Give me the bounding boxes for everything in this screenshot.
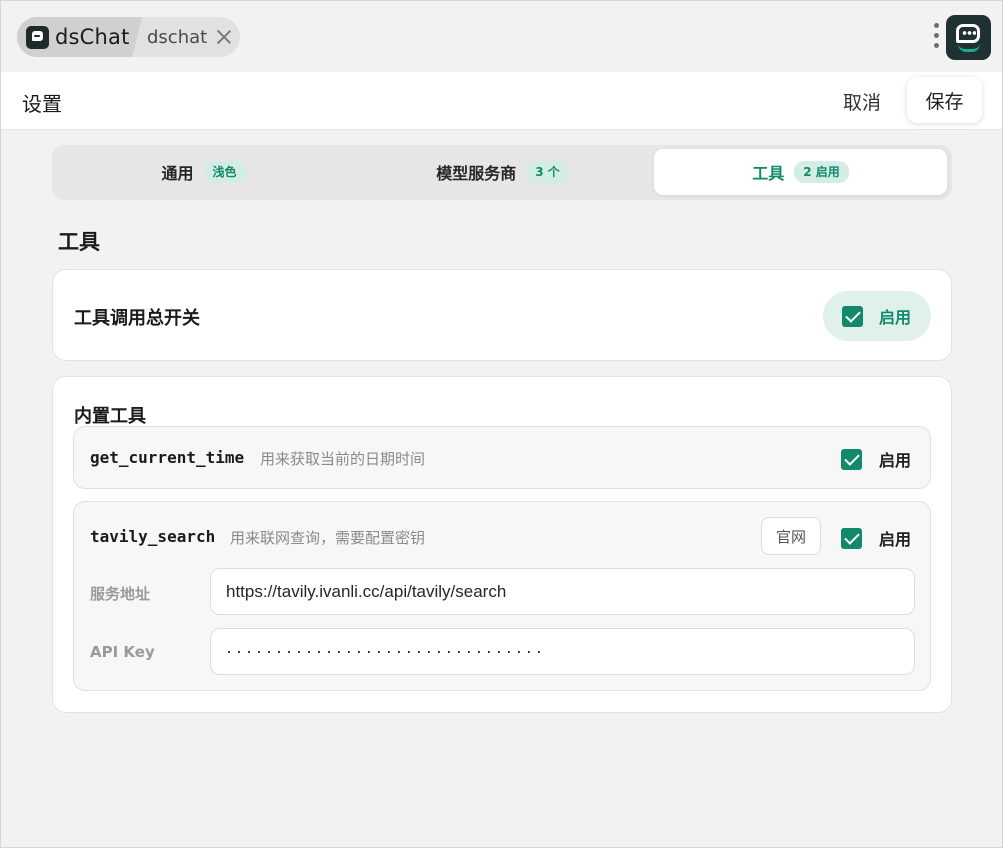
tool-name: get_current_time (90, 448, 245, 467)
service-url-label: 服务地址 (90, 585, 151, 603)
tool-enable-label: 启用 (879, 530, 912, 549)
tool-enable-toggle[interactable]: 启用 (841, 526, 911, 550)
api-key-input[interactable] (210, 628, 915, 675)
master-switch-checkbox[interactable] (842, 305, 863, 327)
tab-general[interactable]: 通用 浅色 (56, 149, 351, 195)
tool-enable-toggle[interactable]: 启用 (841, 447, 911, 471)
page-name: dschat (147, 26, 208, 48)
builtin-tools-title: 内置工具 (74, 406, 146, 427)
master-switch-state: 启用 (879, 308, 912, 327)
settings-tabs: 通用 浅色 模型服务商 3 个 工具 2 启用 (52, 145, 952, 200)
tab-badge: 2 启用 (794, 161, 849, 183)
tool-name: tavily_search (90, 527, 216, 546)
tool-item-tavily-search: tavily_search 用来联网查询，需要配置密钥 官网 启用 服务地址 A… (73, 501, 931, 691)
page-title: 设置 (22, 92, 62, 116)
tab-label: 通用 (161, 164, 194, 183)
app-name: dsChat (55, 25, 130, 49)
tab-model-providers[interactable]: 模型服务商 3 个 (355, 149, 650, 195)
official-site-button[interactable]: 官网 (761, 517, 821, 555)
tool-item-get-current-time: get_current_time 用来获取当前的日期时间 启用 (73, 426, 931, 489)
api-key-label: API Key (90, 643, 155, 661)
tool-description: 用来联网查询，需要配置密钥 (230, 529, 426, 547)
section-title: 工具 (58, 230, 100, 254)
tab-label: 工具 (752, 164, 785, 183)
master-switch-card: 工具调用总开关 启用 (52, 269, 952, 361)
title-bar: dsChat dschat (1, 1, 1002, 71)
builtin-tools-card: 内置工具 get_current_time 用来获取当前的日期时间 启用 tav… (52, 376, 952, 713)
tool-description: 用来获取当前的日期时间 (260, 450, 426, 468)
service-url-input[interactable] (210, 568, 915, 615)
breadcrumb: dsChat dschat (17, 17, 240, 57)
save-button[interactable]: 保存 (907, 77, 982, 123)
tool-enable-label: 启用 (879, 451, 912, 470)
close-icon[interactable] (215, 28, 233, 46)
tab-badge: 浅色 (203, 161, 246, 183)
breadcrumb-app[interactable]: dsChat (17, 17, 142, 57)
tool-enable-checkbox[interactable] (841, 448, 862, 470)
app-logo-icon (26, 25, 49, 49)
settings-header: 设置 取消 保存 (1, 72, 1002, 130)
cancel-button[interactable]: 取消 (831, 80, 893, 122)
tab-badge: 3 个 (526, 161, 569, 183)
tab-tools[interactable]: 工具 2 启用 (654, 149, 947, 195)
breadcrumb-page[interactable]: dschat (147, 17, 233, 57)
tool-enable-checkbox[interactable] (841, 527, 862, 549)
app-logo-icon[interactable] (946, 15, 991, 60)
more-options-icon[interactable] (931, 21, 943, 51)
master-switch-toggle[interactable]: 启用 (823, 291, 931, 341)
tab-label: 模型服务商 (436, 164, 517, 183)
master-switch-label: 工具调用总开关 (74, 308, 200, 329)
